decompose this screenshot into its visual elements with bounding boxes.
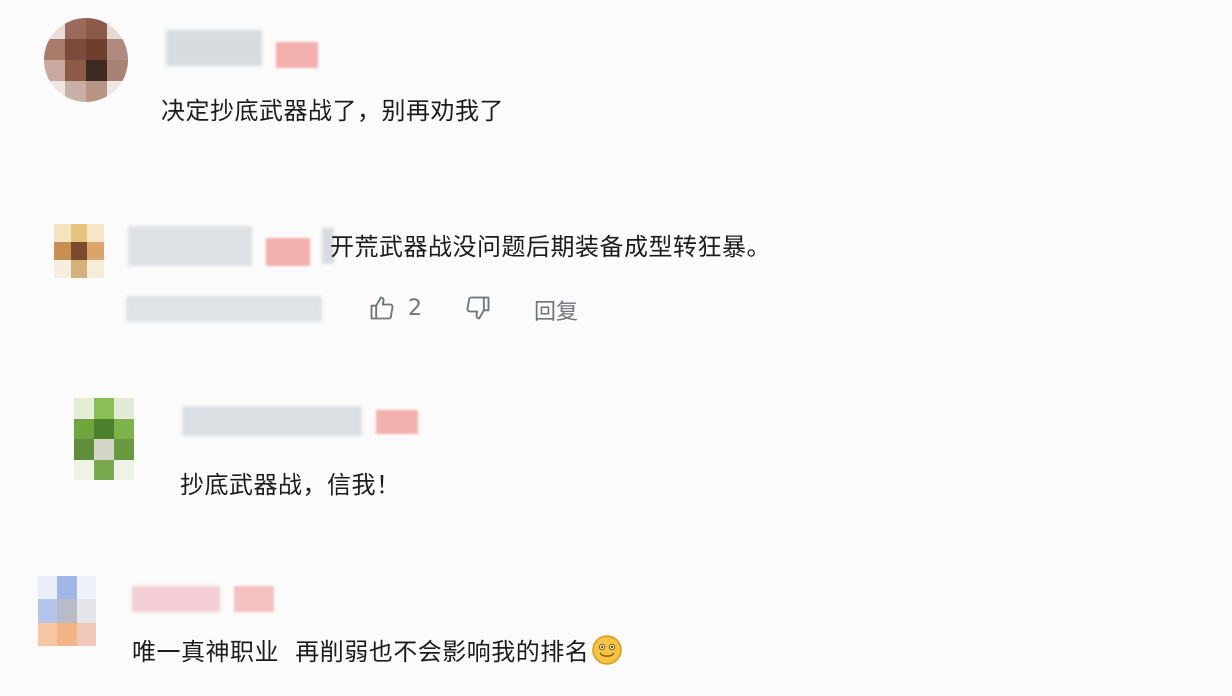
thumbs-down-icon xyxy=(464,294,492,322)
comment-text-4-row: 唯一真神职业 再削弱也不会影响我的排名 xyxy=(132,634,623,674)
user-badge-4 xyxy=(234,586,274,612)
reply-button[interactable]: 回复 xyxy=(534,294,578,326)
username-mosaic-2[interactable] xyxy=(128,226,252,266)
dislike-button[interactable] xyxy=(464,294,492,322)
like-count: 2 xyxy=(408,295,422,321)
user-avatar-3[interactable] xyxy=(74,398,134,480)
comment-text-3: 抄底武器战，信我！ xyxy=(180,471,401,499)
username-mosaic-1[interactable] xyxy=(166,30,262,66)
comment-text-2: 开荒武器战没问题后期装备成型转狂暴。 xyxy=(330,233,771,261)
username-mosaic-4[interactable] xyxy=(132,586,220,612)
user-badge-1 xyxy=(276,42,318,68)
user-badge-2 xyxy=(266,238,310,266)
user-badge-3 xyxy=(376,410,418,434)
username-mosaic-3[interactable] xyxy=(182,406,362,436)
like-button[interactable]: 2 xyxy=(368,294,422,322)
user-avatar-4[interactable] xyxy=(38,576,96,646)
timestamp-mosaic-2 xyxy=(126,296,322,322)
comment-text-4: 唯一真神职业 再削弱也不会影响我的排名 xyxy=(132,638,590,666)
comment-text-1: 决定抄底武器战了，别再劝我了 xyxy=(161,97,504,125)
user-avatar-2[interactable] xyxy=(54,224,104,278)
thumbs-up-icon xyxy=(368,294,396,322)
smiley-emoji-icon xyxy=(591,634,623,674)
user-avatar-1[interactable] xyxy=(44,18,128,102)
